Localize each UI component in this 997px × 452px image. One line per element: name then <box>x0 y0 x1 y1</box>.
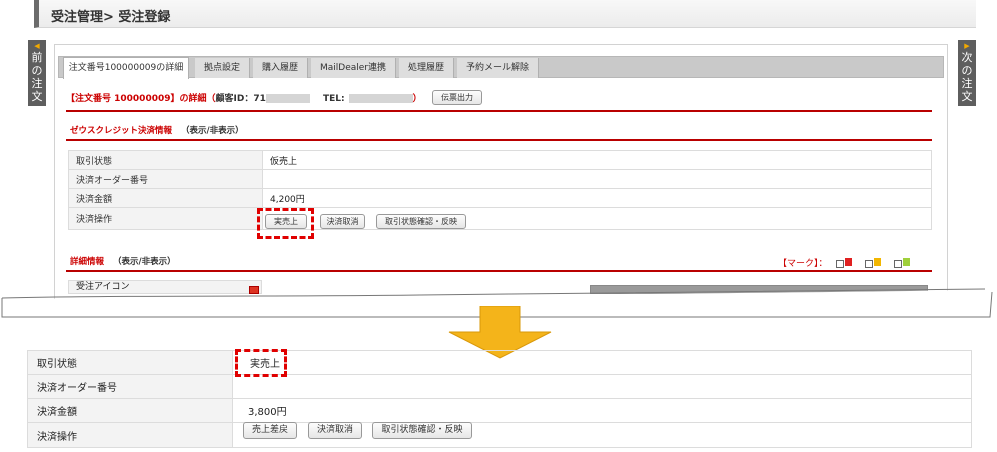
transaction-status-value: 実売上 <box>232 350 972 375</box>
zeus-info-table: 取引状態 仮売上 決済オーダー番号 決済金額 4,200円 決済操作 <box>68 150 932 230</box>
order-summary-line: 【注文番号 100000009】の詳細（顧客ID：71 TEL:） <box>66 94 422 104</box>
zeus-info-table-after: 取引状態 実売上 決済オーダー番号 決済金額 3,800円 決済操作 <box>27 350 972 448</box>
table-row: 取引状態 仮売上 <box>68 150 932 170</box>
next-order-button[interactable]: ▶ 次 の 注 文 <box>958 40 976 106</box>
redacted-customer-id <box>265 94 310 103</box>
payment-amount-value: 3,800円 <box>232 398 972 423</box>
tab-location-settings[interactable]: 拠点設定 <box>195 58 250 78</box>
print-slip-button[interactable]: 伝票出力 <box>432 90 482 105</box>
tab-order-detail[interactable]: 注文番号100000009の詳細 <box>63 57 189 79</box>
prev-order-button[interactable]: ◀ 前 の 注 文 <box>28 40 46 106</box>
detail-toggle-link[interactable]: （表示/非表示） <box>113 257 176 267</box>
chevron-right-icon: ▶ <box>964 42 970 50</box>
revert-sale-button[interactable]: 売上差戻 <box>243 422 297 439</box>
table-row: 決済操作 <box>68 207 932 230</box>
mark-selector: 【マーク】： <box>778 256 911 269</box>
yellow-flag-checkbox[interactable] <box>865 257 882 268</box>
table-row: 決済金額 4,200円 <box>68 188 932 208</box>
check-status-button[interactable]: 取引状態確認・反映 <box>376 214 466 229</box>
zeus-section-title: ゼウスクレジット決済情報 （表示/非表示） <box>70 126 244 136</box>
table-row: 決済オーダー番号 <box>27 374 972 399</box>
divider <box>66 139 932 141</box>
chevron-left-icon: ◀ <box>34 42 40 50</box>
highlight-box <box>257 208 314 239</box>
check-status-button[interactable]: 取引状態確認・反映 <box>372 422 472 439</box>
table-row: 取引状態 実売上 <box>27 350 972 375</box>
zeus-toggle-link[interactable]: （表示/非表示） <box>181 126 244 136</box>
detail-section-title: 詳細情報 （表示/非表示） <box>70 257 176 267</box>
divider <box>66 270 932 272</box>
tab-maildealer[interactable]: MailDealer連携 <box>311 58 396 78</box>
cancel-payment-button[interactable]: 決済取消 <box>320 214 365 229</box>
tab-process-history[interactable]: 処理履歴 <box>399 58 454 78</box>
payment-amount-value: 4,200円 <box>262 188 932 208</box>
transaction-status-value: 仮売上 <box>262 150 932 170</box>
page-title: 受注管理> 受注登録 <box>51 10 171 25</box>
tab-purchase-history[interactable]: 購入履歴 <box>253 58 308 78</box>
tab-bar: 注文番号100000009の詳細 拠点設定 購入履歴 MailDealer連携 … <box>58 56 944 79</box>
table-row: 決済オーダー番号 <box>68 169 932 189</box>
red-flag-checkbox[interactable] <box>836 257 853 268</box>
table-row: 決済金額 3,800円 <box>27 398 972 423</box>
page-header: 受注管理> 受注登録 <box>34 0 976 28</box>
highlight-box <box>235 349 287 377</box>
cancel-payment-button[interactable]: 決済取消 <box>308 422 362 439</box>
redacted-tel <box>348 94 413 103</box>
tab-reserve-mail-cancel[interactable]: 予約メール解除 <box>457 58 539 78</box>
green-flag-checkbox[interactable] <box>894 257 911 268</box>
table-row: 決済操作 <box>27 422 972 448</box>
divider <box>66 110 932 112</box>
